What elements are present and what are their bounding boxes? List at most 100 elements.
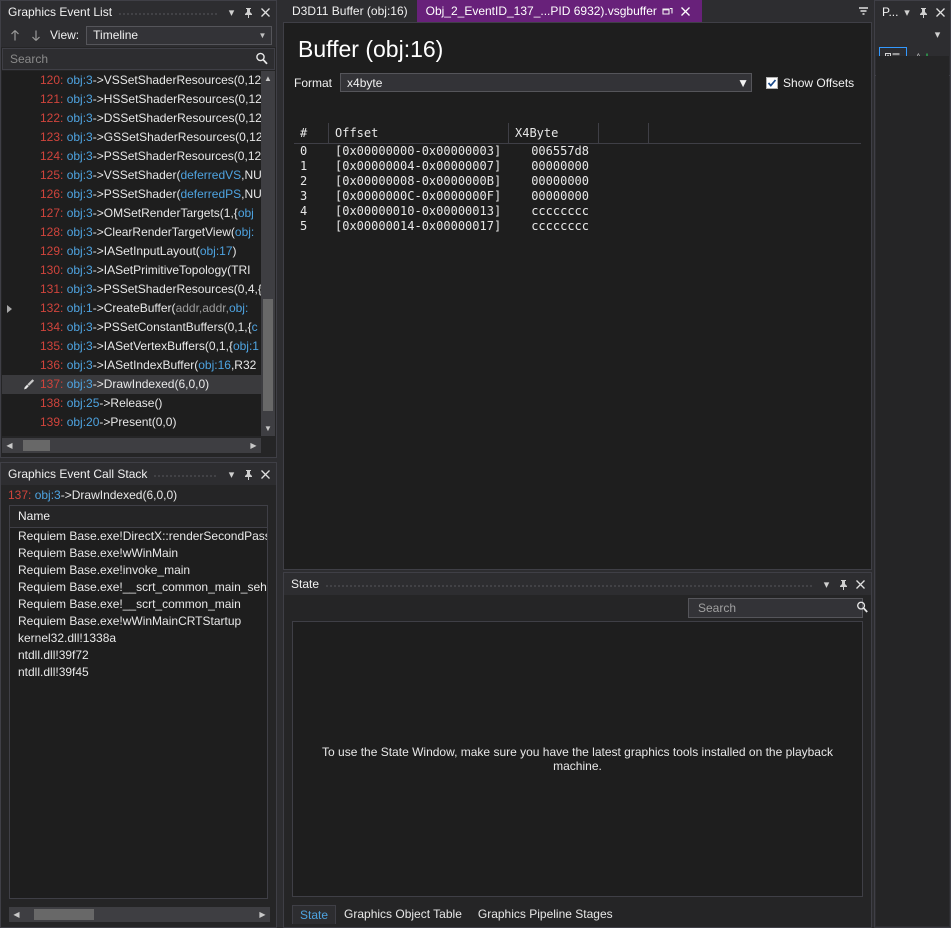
drag-grip[interactable] bbox=[118, 1, 217, 23]
scroll-down-button[interactable]: ▼ bbox=[261, 421, 275, 436]
chevron-down-icon[interactable]: ▾ bbox=[898, 4, 915, 21]
drag-grip[interactable] bbox=[153, 463, 217, 485]
event-list-item[interactable]: 126: obj:3->PSSetShader(deferredPS,NU bbox=[2, 185, 261, 204]
scrollbar-track[interactable] bbox=[17, 438, 246, 453]
buffer-grid-row[interactable]: 4 [0x00000010-0x00000013] cccccccc bbox=[294, 204, 861, 219]
call-stack-frame[interactable]: ntdll.dll!39f72 bbox=[10, 647, 267, 664]
chevron-down-icon[interactable]: ▾ bbox=[223, 4, 240, 21]
scroll-left-button[interactable]: ◀ bbox=[2, 438, 17, 453]
event-list-item[interactable]: 125: obj:3->VSSetShader(deferredVS,NU bbox=[2, 166, 261, 185]
pin-icon[interactable] bbox=[240, 466, 257, 483]
search-icon[interactable] bbox=[855, 600, 871, 616]
scrollbar-thumb[interactable] bbox=[263, 299, 273, 411]
call-stack-frame[interactable]: Requiem Base.exe!wWinMain bbox=[10, 545, 267, 562]
tab-graphics-object-table[interactable]: Graphics Object Table bbox=[336, 904, 470, 924]
view-mode-dropdown[interactable]: Timeline ▼ bbox=[86, 25, 272, 45]
chevron-down-icon[interactable]: ▾ bbox=[818, 576, 835, 593]
event-list-item[interactable]: 132: obj:1->CreateBuffer(addr,addr,obj: bbox=[2, 299, 261, 318]
call-stack-frame[interactable]: Requiem Base.exe!__scrt_common_main bbox=[10, 596, 267, 613]
close-icon[interactable] bbox=[932, 4, 949, 21]
event-list-item[interactable]: 122: obj:3->DSSetShaderResources(0,12 bbox=[2, 109, 261, 128]
cell-index: 2 bbox=[300, 174, 308, 188]
drag-grip[interactable] bbox=[325, 573, 812, 595]
event-list-item[interactable]: 139: obj:20->Present(0,0) bbox=[2, 413, 261, 432]
pin-icon[interactable] bbox=[835, 576, 852, 593]
arrow-up-icon[interactable] bbox=[5, 26, 24, 45]
chevron-down-icon[interactable]: ▾ bbox=[223, 466, 240, 483]
event-list-item[interactable]: 138: obj:25->Release() bbox=[2, 394, 261, 413]
tab-state[interactable]: State bbox=[292, 904, 337, 924]
chevron-down-icon[interactable]: ▾ bbox=[929, 26, 946, 43]
event-list-item[interactable]: 121: obj:3->HSSetShaderResources(0,12 bbox=[2, 90, 261, 109]
object-ref: obj:3 bbox=[66, 149, 93, 163]
buffer-grid-row[interactable]: 5 [0x00000014-0x00000017] cccccccc bbox=[294, 219, 861, 234]
tab-graphics-pipeline-stages[interactable]: Graphics Pipeline Stages bbox=[470, 904, 621, 924]
scroll-right-button[interactable]: ▶ bbox=[255, 907, 270, 922]
state-search-input[interactable] bbox=[696, 600, 855, 616]
event-list-item-label: 126: obj:3->PSSetShader(deferredPS,NU bbox=[40, 187, 261, 201]
scroll-left-button[interactable]: ◀ bbox=[9, 907, 24, 922]
call-stack-frame[interactable]: Requiem Base.exe!invoke_main bbox=[10, 562, 267, 579]
tab-overflow-icon[interactable] bbox=[854, 0, 872, 22]
object-ref: obj:3 bbox=[66, 73, 93, 87]
call-stack-horizontal-scrollbar[interactable]: ◀ ▶ bbox=[9, 907, 270, 922]
object-ref: obj:3 bbox=[66, 187, 93, 201]
format-dropdown[interactable]: x4byte ▼ bbox=[340, 73, 753, 92]
checkbox-box[interactable] bbox=[766, 76, 779, 89]
scrollbar-thumb[interactable] bbox=[23, 440, 50, 451]
scrollbar-thumb[interactable] bbox=[34, 909, 94, 920]
show-offsets-checkbox[interactable]: Show Offsets bbox=[766, 76, 854, 90]
event-search-box[interactable] bbox=[2, 48, 275, 70]
call-stack-frame[interactable]: kernel32.dll!1338a bbox=[10, 630, 267, 647]
search-input[interactable] bbox=[10, 52, 254, 66]
event-list-item[interactable]: 135: obj:3->IASetVertexBuffers(0,1,{obj:… bbox=[2, 337, 261, 356]
search-icon[interactable] bbox=[254, 51, 270, 67]
event-list-item[interactable]: 124: obj:3->PSSetShaderResources(0,128 bbox=[2, 147, 261, 166]
column-header-offset[interactable]: Offset bbox=[329, 123, 509, 143]
arrow-down-icon[interactable] bbox=[26, 26, 45, 45]
column-header-value[interactable]: X4Byte bbox=[509, 123, 599, 143]
event-list-item[interactable]: 136: obj:3->IASetIndexBuffer(obj:16,R32 bbox=[2, 356, 261, 375]
call-stack-frame[interactable]: Requiem Base.exe!__scrt_common_main_seh bbox=[10, 579, 267, 596]
state-panel: State ▾ To use the State Window, make su… bbox=[283, 572, 872, 928]
float-window-icon[interactable] bbox=[660, 4, 675, 19]
event-list-item[interactable]: 131: obj:3->PSSetShaderResources(0,4,{ bbox=[2, 280, 261, 299]
event-list-item[interactable]: 128: obj:3->ClearRenderTargetView(obj: bbox=[2, 223, 261, 242]
buffer-grid-row[interactable]: 1 [0x00000004-0x00000007] 00000000 bbox=[294, 159, 861, 174]
scroll-up-button[interactable]: ▲ bbox=[261, 71, 275, 86]
scrollbar-track[interactable] bbox=[24, 907, 255, 922]
event-list-horizontal-scrollbar[interactable]: ◀ ▶ bbox=[2, 438, 261, 453]
event-list-item[interactable]: 120: obj:3->VSSetShaderResources(0,128 bbox=[2, 71, 261, 90]
close-icon[interactable] bbox=[678, 4, 693, 19]
event-list-vertical-scrollbar[interactable]: ▲ ▼ bbox=[261, 71, 275, 436]
call-stack-frame[interactable]: ntdll.dll!39f45 bbox=[10, 664, 267, 681]
close-icon[interactable] bbox=[257, 466, 274, 483]
event-list-item-label: 137: obj:3->DrawIndexed(6,0,0) bbox=[40, 377, 210, 391]
column-header-blank[interactable] bbox=[599, 123, 649, 143]
event-list-item[interactable]: 127: obj:3->OMSetRenderTargets(1,{obj bbox=[2, 204, 261, 223]
buffer-grid-row[interactable]: 0 [0x00000000-0x00000003] 006557d8 bbox=[294, 144, 861, 159]
pin-icon[interactable] bbox=[240, 4, 257, 21]
state-search-box[interactable] bbox=[688, 598, 868, 618]
event-list-item[interactable]: 129: obj:3->IASetInputLayout(obj:17) bbox=[2, 242, 261, 261]
event-list-item[interactable]: 134: obj:3->PSSetConstantBuffers(0,1,{c bbox=[2, 318, 261, 337]
column-header-index[interactable]: # bbox=[294, 123, 329, 143]
close-icon[interactable] bbox=[852, 576, 869, 593]
properties-object-selector[interactable]: ▾ bbox=[875, 23, 950, 45]
call-stack-frame[interactable]: Requiem Base.exe!wWinMainCRTStartup bbox=[10, 613, 267, 630]
scroll-right-button[interactable]: ▶ bbox=[246, 438, 261, 453]
call-stack-frame[interactable]: Requiem Base.exe!DirectX::renderSecondPa… bbox=[10, 528, 267, 545]
event-list-item[interactable]: 123: obj:3->GSSetShaderResources(0,12 bbox=[2, 128, 261, 147]
buffer-grid-row[interactable]: 2 [0x00000008-0x0000000B] 00000000 bbox=[294, 174, 861, 189]
event-id: 131: bbox=[40, 282, 64, 296]
expander-triangle-icon[interactable] bbox=[2, 304, 16, 313]
tab-vsgbuffer[interactable]: Obj_2_EventID_137_...PID 6932).vsgbuffer bbox=[416, 0, 702, 22]
event-list-toolbar: View: Timeline ▼ bbox=[1, 23, 276, 47]
event-list-item[interactable]: 137: obj:3->DrawIndexed(6,0,0) bbox=[2, 375, 261, 394]
pin-icon[interactable] bbox=[915, 4, 932, 21]
event-list-item[interactable]: 130: obj:3->IASetPrimitiveTopology(TRI bbox=[2, 261, 261, 280]
tab-d3d11-buffer[interactable]: D3D11 Buffer (obj:16) bbox=[283, 0, 417, 22]
close-icon[interactable] bbox=[257, 4, 274, 21]
object-ref: obj:1 bbox=[66, 301, 93, 315]
buffer-grid-row[interactable]: 3 [0x0000000C-0x0000000F] 00000000 bbox=[294, 189, 861, 204]
